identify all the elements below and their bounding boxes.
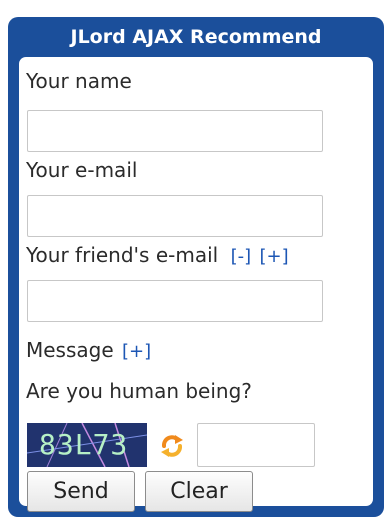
friend-email-input[interactable] [27, 280, 323, 322]
your-email-label: Your e-mail [26, 158, 138, 182]
refresh-icon[interactable] [158, 432, 186, 460]
expand-message-link[interactable]: [+] [122, 341, 151, 362]
message-label: Message [26, 338, 114, 362]
captcha-answer-input[interactable] [197, 423, 315, 467]
your-name-label: Your name [26, 69, 132, 93]
form-panel: Your name Your e-mail Your friend's e-ma… [19, 57, 373, 512]
friend-email-label: Your friend's e-mail [26, 243, 219, 267]
your-name-input[interactable] [27, 110, 323, 152]
recommend-widget: JLord AJAX Recommend Your name Your e-ma… [8, 17, 384, 517]
human-check-label: Are you human being? [26, 379, 252, 403]
add-friend-email-link[interactable]: [+] [259, 246, 288, 267]
captcha-image: 83L73 [27, 423, 147, 467]
remove-friend-email-link[interactable]: [-] [231, 246, 252, 267]
send-button[interactable]: Send [27, 471, 135, 512]
clear-button[interactable]: Clear [145, 471, 253, 512]
message-row: Message [+] [26, 336, 151, 366]
your-email-input[interactable] [27, 195, 323, 237]
captcha-text: 83L73 [39, 428, 129, 461]
widget-title: JLord AJAX Recommend [70, 26, 322, 48]
friend-email-row: Your friend's e-mail [-] [+] [26, 241, 289, 271]
